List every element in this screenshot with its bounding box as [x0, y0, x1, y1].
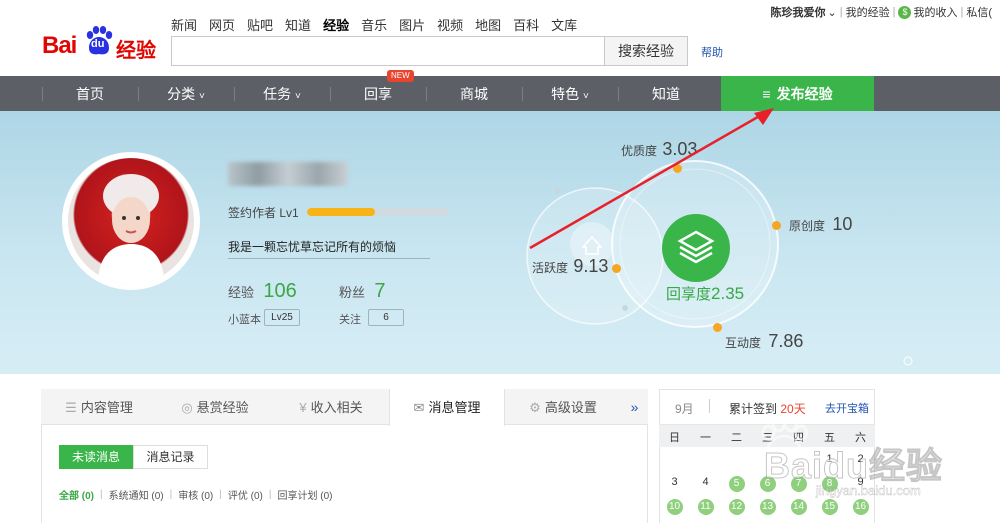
- calendar-day[interactable]: 3: [659, 476, 690, 488]
- watermark-url: jingyan.baidu.com: [816, 483, 921, 498]
- interaction-dot: [713, 323, 722, 332]
- tab-bar: ☰ 内容管理 ◎ 悬赏经验 ¥ 收入相关 ✉ 消息管理 ⚙ 高级设置 »: [41, 389, 648, 426]
- gear-icon: ⚙: [529, 400, 541, 415]
- new-badge: NEW: [387, 70, 414, 82]
- calendar-day[interactable]: 5: [721, 476, 752, 492]
- user-name[interactable]: 陈珍我爱你: [771, 4, 826, 20]
- top-nav-zhidao[interactable]: 知道: [285, 15, 311, 34]
- weekday-label: 二: [731, 432, 742, 444]
- blue-book-label: 小蓝本: [228, 314, 261, 326]
- top-nav-web[interactable]: 网页: [209, 15, 235, 34]
- calendar-day[interactable]: 12: [721, 499, 752, 515]
- user-bar: 陈珍我爱你 ⌄ | 我的经验 | $ 我的收入 | 私信(: [770, 4, 992, 20]
- calendar-month: 9月: [675, 402, 694, 416]
- filter-system[interactable]: 系统通知 (0): [109, 487, 164, 502]
- top-nav-baike[interactable]: 百科: [513, 15, 539, 34]
- follow-label: 关注: [339, 314, 361, 326]
- top-nav-wenku[interactable]: 文库: [551, 15, 577, 34]
- message-filters: 全部 (0) | 系统通知 (0) | 审核 (0) | 评优 (0) | 回享计划 (…: [59, 487, 333, 502]
- reward-icon: ◎: [181, 400, 193, 415]
- top-nav-news[interactable]: 新闻: [171, 15, 197, 34]
- chevron-down-icon: ˅: [295, 91, 301, 102]
- chevron-down-icon[interactable]: ⌄: [828, 6, 837, 19]
- unread-messages-button[interactable]: 未读消息: [59, 445, 133, 469]
- tab-content-management[interactable]: ☰ 内容管理: [41, 389, 157, 425]
- filter-review[interactable]: 审核 (0): [178, 487, 213, 502]
- signed-author-level: 签约作者 Lv1: [228, 206, 299, 220]
- follow-count[interactable]: 6: [368, 309, 404, 326]
- profile-motto[interactable]: 我是一颗忘忧草忘记所有的烦恼: [228, 238, 396, 255]
- top-nav: 新闻 网页 贴吧 知道 经验 音乐 图片 视频 地图 百科 文库: [171, 15, 589, 34]
- top-nav-images[interactable]: 图片: [399, 15, 425, 34]
- calendar-day[interactable]: 4: [690, 476, 721, 488]
- avatar[interactable]: [68, 158, 194, 284]
- top-nav-video[interactable]: 视频: [437, 15, 463, 34]
- activity-dot: [612, 264, 621, 273]
- watermark-text: Baidu经验: [763, 445, 944, 487]
- my-experience-link[interactable]: 我的经验: [846, 4, 890, 20]
- tab-advanced-settings[interactable]: ⚙ 高级设置: [505, 389, 621, 425]
- calendar-day[interactable]: 10: [659, 499, 690, 515]
- filter-all[interactable]: 全部 (0): [59, 487, 94, 502]
- nav-mall[interactable]: 商城: [426, 76, 522, 111]
- weekday-label: 一: [700, 432, 711, 444]
- share-score: 回享度2.35: [666, 284, 745, 303]
- more-tabs-icon[interactable]: »: [621, 389, 648, 425]
- logo-du-text: du: [91, 38, 105, 50]
- search-input[interactable]: [171, 36, 605, 66]
- main-nav: 首页 分类 ˅ 任务 ˅ 回享 NEW 商城 特色 ˅ 知道 ≡ 发布经验: [0, 70, 1000, 111]
- blue-book-level[interactable]: Lv25: [264, 309, 300, 326]
- calendar-day[interactable]: 11: [690, 499, 721, 515]
- mail-icon: ✉: [413, 400, 425, 415]
- baidu-jingyan-watermark: Baidu经验 jingyan.baidu.com: [760, 415, 1000, 515]
- nav-category[interactable]: 分类 ˅: [138, 76, 234, 111]
- fans-stat[interactable]: 粉丝 7: [339, 280, 385, 303]
- message-records-button[interactable]: 消息记录: [133, 445, 208, 469]
- tab-message-management[interactable]: ✉ 消息管理: [389, 389, 505, 426]
- open-treasure-link[interactable]: 去开宝箱: [825, 400, 869, 416]
- filter-excellent[interactable]: 评优 (0): [228, 487, 263, 502]
- top-nav-tieba[interactable]: 贴吧: [247, 15, 273, 34]
- nav-home[interactable]: 首页: [42, 76, 138, 111]
- baidu-jingyan-logo[interactable]: Bai du 经验: [42, 22, 162, 62]
- my-income-link[interactable]: 我的收入: [913, 4, 957, 20]
- top-nav-music[interactable]: 音乐: [361, 15, 387, 34]
- logo-suffix: 经验: [116, 40, 156, 62]
- level-progress-fill: [307, 208, 375, 216]
- motto-underline: [228, 258, 430, 259]
- income-icon: $: [898, 5, 912, 19]
- red-arrow-annotation: [529, 108, 774, 250]
- yen-icon: ¥: [299, 400, 307, 415]
- filter-share-plan[interactable]: 回享计划 (0): [278, 487, 333, 502]
- weekday-label: 日: [669, 432, 680, 444]
- tab-income[interactable]: ¥ 收入相关: [273, 389, 389, 425]
- interaction-score: 互动度 7.86: [725, 331, 804, 351]
- tab-reward-experience[interactable]: ◎ 悬赏经验: [157, 389, 273, 425]
- chevron-down-icon: ˅: [199, 91, 205, 102]
- nav-tasks[interactable]: 任务 ˅: [234, 76, 330, 111]
- top-nav-jingyan[interactable]: 经验: [323, 15, 349, 34]
- profile-name-blurred: [228, 162, 348, 186]
- list-icon: ☰: [65, 400, 77, 415]
- messages-link[interactable]: 私信(: [966, 4, 992, 20]
- level-progress-bar: [307, 208, 448, 216]
- top-nav-map[interactable]: 地图: [475, 15, 501, 34]
- search-button[interactable]: 搜索经验: [604, 36, 688, 66]
- logo-bai-text: Bai: [42, 32, 77, 59]
- help-link[interactable]: 帮助: [701, 44, 723, 60]
- experience-stat[interactable]: 经验 106: [228, 280, 297, 303]
- originality-score: 原创度 10: [789, 214, 853, 234]
